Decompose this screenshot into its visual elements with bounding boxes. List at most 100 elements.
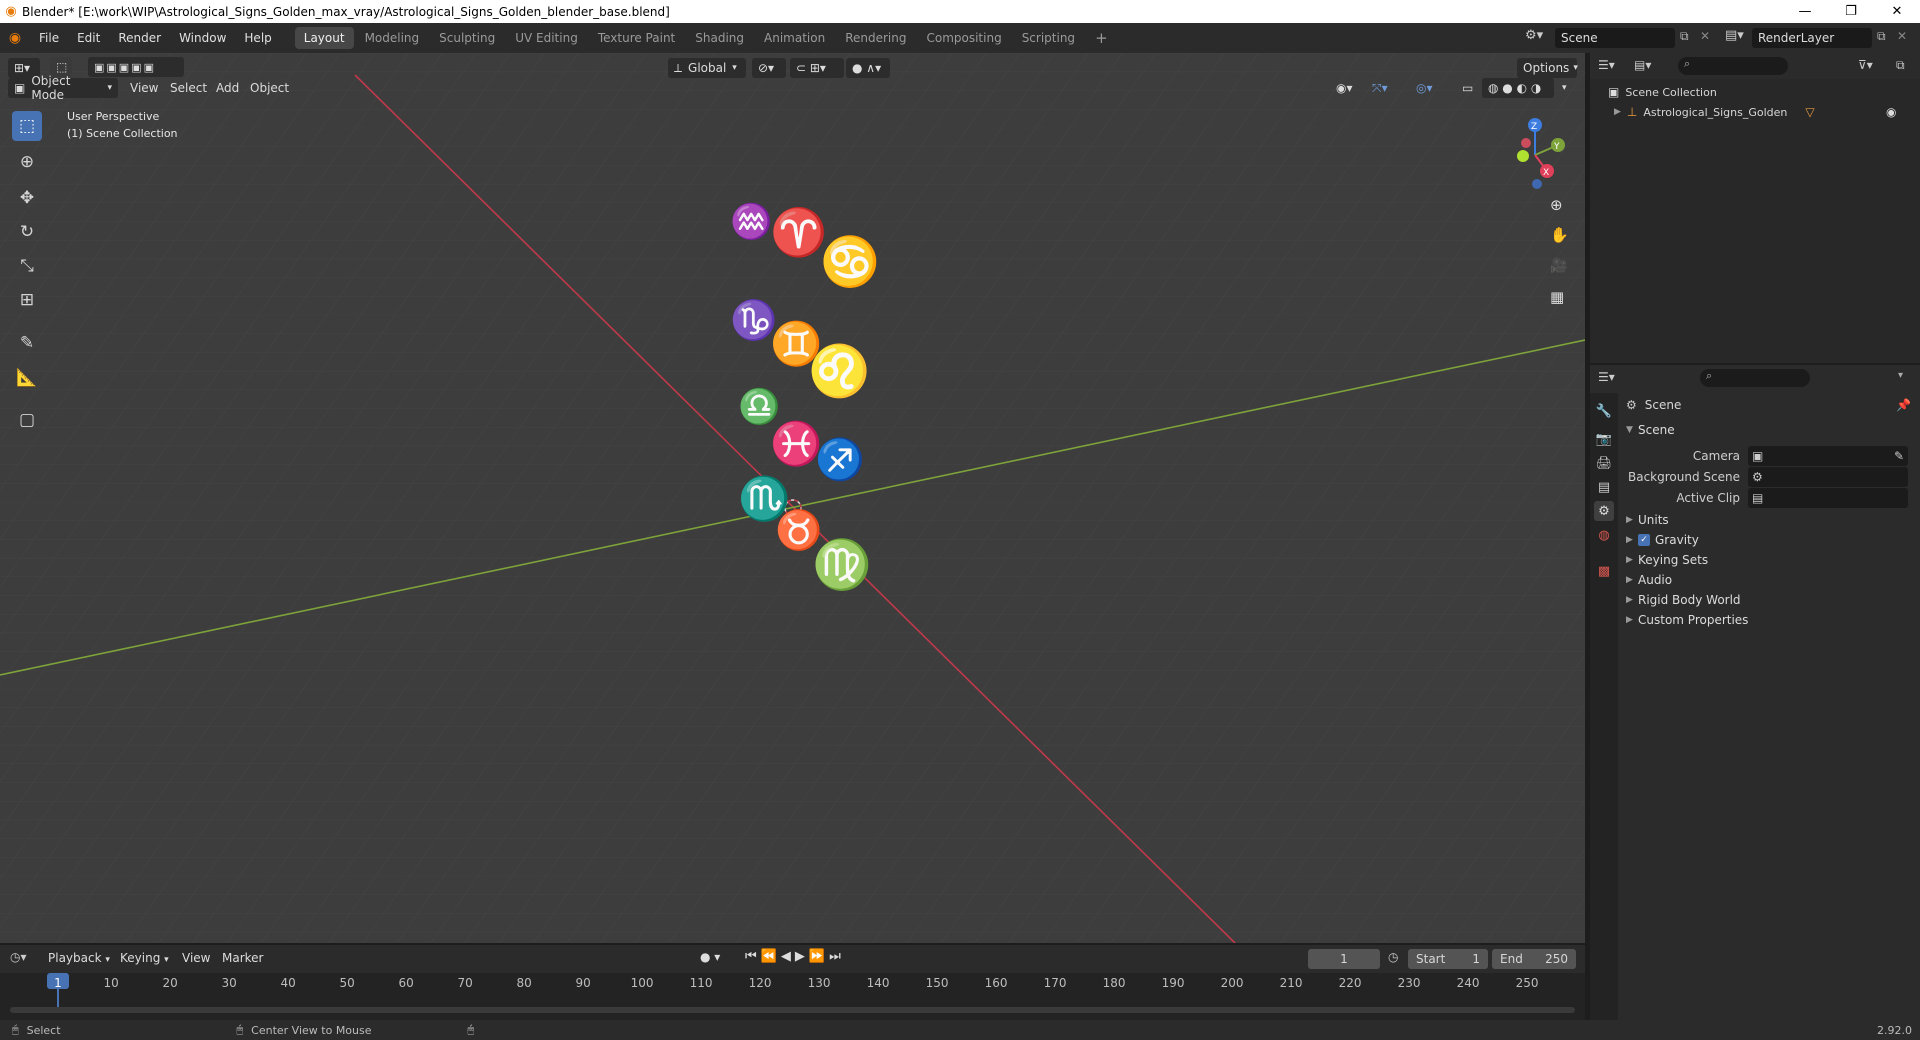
visibility-icon[interactable]: ◉▾: [1330, 78, 1364, 98]
transform-tool-icon[interactable]: ⊞: [12, 285, 42, 315]
pivot-point-icon[interactable]: ⊘▾: [752, 58, 786, 78]
gizmo-toggle-icon[interactable]: ⤧▾: [1366, 78, 1402, 98]
rotate-tool-icon[interactable]: ↻: [12, 217, 42, 247]
menu-window[interactable]: Window: [170, 23, 235, 53]
tab-uv-editing[interactable]: UV Editing: [506, 27, 587, 49]
audio-panel-header[interactable]: ▶ Audio: [1626, 573, 1672, 587]
scene-tab-icon[interactable]: ⚙: [1594, 501, 1614, 521]
pan-hand-icon[interactable]: ✋: [1550, 226, 1572, 248]
playback-controls[interactable]: ⏮⏪◀▶⏩⏭: [745, 949, 845, 964]
menu-edit[interactable]: Edit: [68, 23, 109, 53]
transform-orientation-dropdown[interactable]: ⟂ Global ▾: [668, 58, 746, 78]
gravity-panel-header[interactable]: ▶ ✓ Gravity: [1626, 533, 1699, 547]
overlay-toggle-icon[interactable]: ◎▾: [1410, 78, 1446, 98]
menu-help[interactable]: Help: [235, 23, 280, 53]
timeline-ruler[interactable]: 1 10 20 30 40 50 60 70 80 90 100 110 120 130 140 150 160…: [0, 973, 1585, 1020]
scene-selector[interactable]: Scene: [1555, 28, 1675, 48]
xray-toggle-icon[interactable]: ▭: [1456, 78, 1478, 98]
scene-panel-header[interactable]: ▼ Scene: [1626, 423, 1675, 437]
add-cube-tool-icon[interactable]: ▢: [12, 405, 42, 435]
marker-menu[interactable]: Marker: [222, 951, 263, 965]
tab-layout[interactable]: Layout: [294, 27, 354, 49]
tool-tab-icon[interactable]: 🔧: [1594, 401, 1614, 421]
renderlayer-icon[interactable]: ▤▾: [1725, 28, 1749, 48]
mode-dropdown[interactable]: ▣ Object Mode ▾: [8, 74, 118, 102]
timeline-editor-type-icon[interactable]: ◷▾: [10, 950, 27, 964]
tab-animation[interactable]: Animation: [755, 27, 834, 49]
properties-editor-type-icon[interactable]: ☰▾: [1598, 370, 1615, 384]
outliner-editor-type-icon[interactable]: ☰▾: [1598, 58, 1615, 72]
timeline-editor[interactable]: ◷▾ Playback ▾ Keying ▾ View Marker ● ▾ ⏮…: [0, 945, 1585, 1020]
units-panel-header[interactable]: ▶ Units: [1626, 513, 1669, 527]
end-frame-field[interactable]: End 250: [1492, 949, 1576, 969]
scene-collection-row[interactable]: ▣ Scene Collection: [1608, 85, 1717, 99]
camera-view-icon[interactable]: 🎥: [1550, 258, 1572, 280]
blender-menu-icon[interactable]: ◉: [0, 30, 30, 46]
new-collection-icon[interactable]: ⧉: [1896, 58, 1905, 73]
output-tab-icon[interactable]: 🖨: [1594, 453, 1614, 473]
delete-scene-icon[interactable]: ✕: [1700, 29, 1710, 43]
auto-keying-icon[interactable]: ● ▾: [700, 950, 720, 964]
menu-add[interactable]: Add: [216, 81, 239, 95]
scene-icon[interactable]: ⚙▾: [1525, 28, 1547, 48]
selection-mode-buttons[interactable]: ▣▣▣▣▣: [88, 57, 184, 77]
tab-scripting[interactable]: Scripting: [1013, 27, 1084, 49]
gravity-checkbox[interactable]: ✓: [1638, 534, 1650, 546]
camera-field[interactable]: ▣ ✎: [1748, 446, 1908, 466]
select-box-tool-icon[interactable]: ⬚: [12, 111, 42, 141]
close-button[interactable]: ✕: [1874, 0, 1920, 23]
tab-shading[interactable]: Shading: [686, 27, 753, 49]
properties-search-input[interactable]: ⌕: [1700, 369, 1810, 387]
tab-texture-paint[interactable]: Texture Paint: [589, 27, 684, 49]
snap-icon[interactable]: ⊂ ⊞▾: [790, 58, 844, 78]
texture-tab-icon[interactable]: ▩: [1594, 561, 1614, 581]
chevron-down-icon[interactable]: ▾: [1898, 370, 1903, 381]
world-tab-icon[interactable]: ◍: [1594, 525, 1614, 545]
add-workspace-icon[interactable]: +: [1086, 27, 1117, 49]
pin-icon[interactable]: 📌: [1896, 398, 1911, 412]
menu-select[interactable]: Select: [170, 81, 207, 95]
properties-panel[interactable]: ☰▾ ⌕ ▾ 🔧 📷 🖨 ▤ ⚙ ◍ ▩ ⚙ Scene 📌 ▼ Scene C…: [1590, 365, 1920, 1020]
zoom-icon[interactable]: ⊕: [1550, 196, 1572, 218]
display-mode-icon[interactable]: ▤▾: [1634, 58, 1651, 72]
tab-compositing[interactable]: Compositing: [917, 27, 1010, 49]
menu-object[interactable]: Object: [250, 81, 289, 95]
new-renderlayer-icon[interactable]: ⧉: [1877, 29, 1886, 44]
measure-tool-icon[interactable]: 📐: [12, 363, 42, 393]
render-tab-icon[interactable]: 📷: [1594, 429, 1614, 449]
filter-icon[interactable]: ⊽▾: [1858, 58, 1873, 72]
tab-sculpting[interactable]: Sculpting: [430, 27, 504, 49]
cursor-tool-icon[interactable]: ⊕: [12, 147, 42, 177]
eyedropper-icon[interactable]: ✎: [1894, 449, 1904, 463]
menu-view[interactable]: View: [130, 81, 158, 95]
outliner-search-input[interactable]: ⌕: [1678, 57, 1788, 75]
start-frame-field[interactable]: Start 1: [1408, 949, 1488, 969]
view-layer-tab-icon[interactable]: ▤: [1594, 477, 1614, 497]
shading-mode-buttons[interactable]: ◍ ● ◐ ◑: [1482, 78, 1554, 98]
outliner-item[interactable]: ▶ ⊥ Astrological_Signs_Golden ▽ ◉: [1614, 105, 1914, 119]
playback-menu[interactable]: Playback ▾: [48, 951, 110, 965]
perspective-toggle-icon[interactable]: ▦: [1550, 288, 1572, 310]
scale-tool-icon[interactable]: ⤡: [12, 251, 42, 281]
navigation-gizmo[interactable]: Z Y X: [1495, 110, 1575, 190]
outliner-panel[interactable]: ☰▾ ▤▾ ⌕ ⊽▾ ⧉ ▣ Scene Collection ▶ ⊥ Astr…: [1590, 53, 1920, 363]
visibility-eye-icon[interactable]: ◉: [1886, 105, 1896, 119]
current-frame-field[interactable]: 1: [1308, 949, 1380, 969]
shading-options-icon[interactable]: ▾: [1556, 78, 1576, 98]
background-scene-field[interactable]: ⚙: [1748, 467, 1908, 487]
options-dropdown[interactable]: Options ▾: [1517, 58, 1578, 78]
menu-file[interactable]: File: [30, 23, 68, 53]
3d-viewport[interactable]: ♒ ♈ ♋ ♑ ♊ ♌ ♎ ♓ ♐ ♏ ♉ ♍ ⊞ ▾ ⬚ ▣▣▣▣▣ ⟂ Glo…: [0, 53, 1585, 943]
timeline-view-menu[interactable]: View: [182, 951, 210, 965]
keying-menu[interactable]: Keying ▾: [120, 951, 169, 965]
tab-rendering[interactable]: Rendering: [836, 27, 915, 49]
annotate-tool-icon[interactable]: ✎: [12, 328, 42, 358]
preview-range-icon[interactable]: ◷: [1388, 950, 1398, 964]
minimize-button[interactable]: —: [1782, 0, 1828, 23]
new-scene-icon[interactable]: ⧉: [1680, 29, 1689, 44]
active-clip-field[interactable]: ▤: [1748, 488, 1908, 508]
keying-sets-panel-header[interactable]: ▶ Keying Sets: [1626, 553, 1708, 567]
timeline-scrollbar[interactable]: [10, 1007, 1575, 1013]
delete-renderlayer-icon[interactable]: ✕: [1897, 29, 1907, 43]
renderlayer-selector[interactable]: RenderLayer: [1752, 28, 1872, 48]
